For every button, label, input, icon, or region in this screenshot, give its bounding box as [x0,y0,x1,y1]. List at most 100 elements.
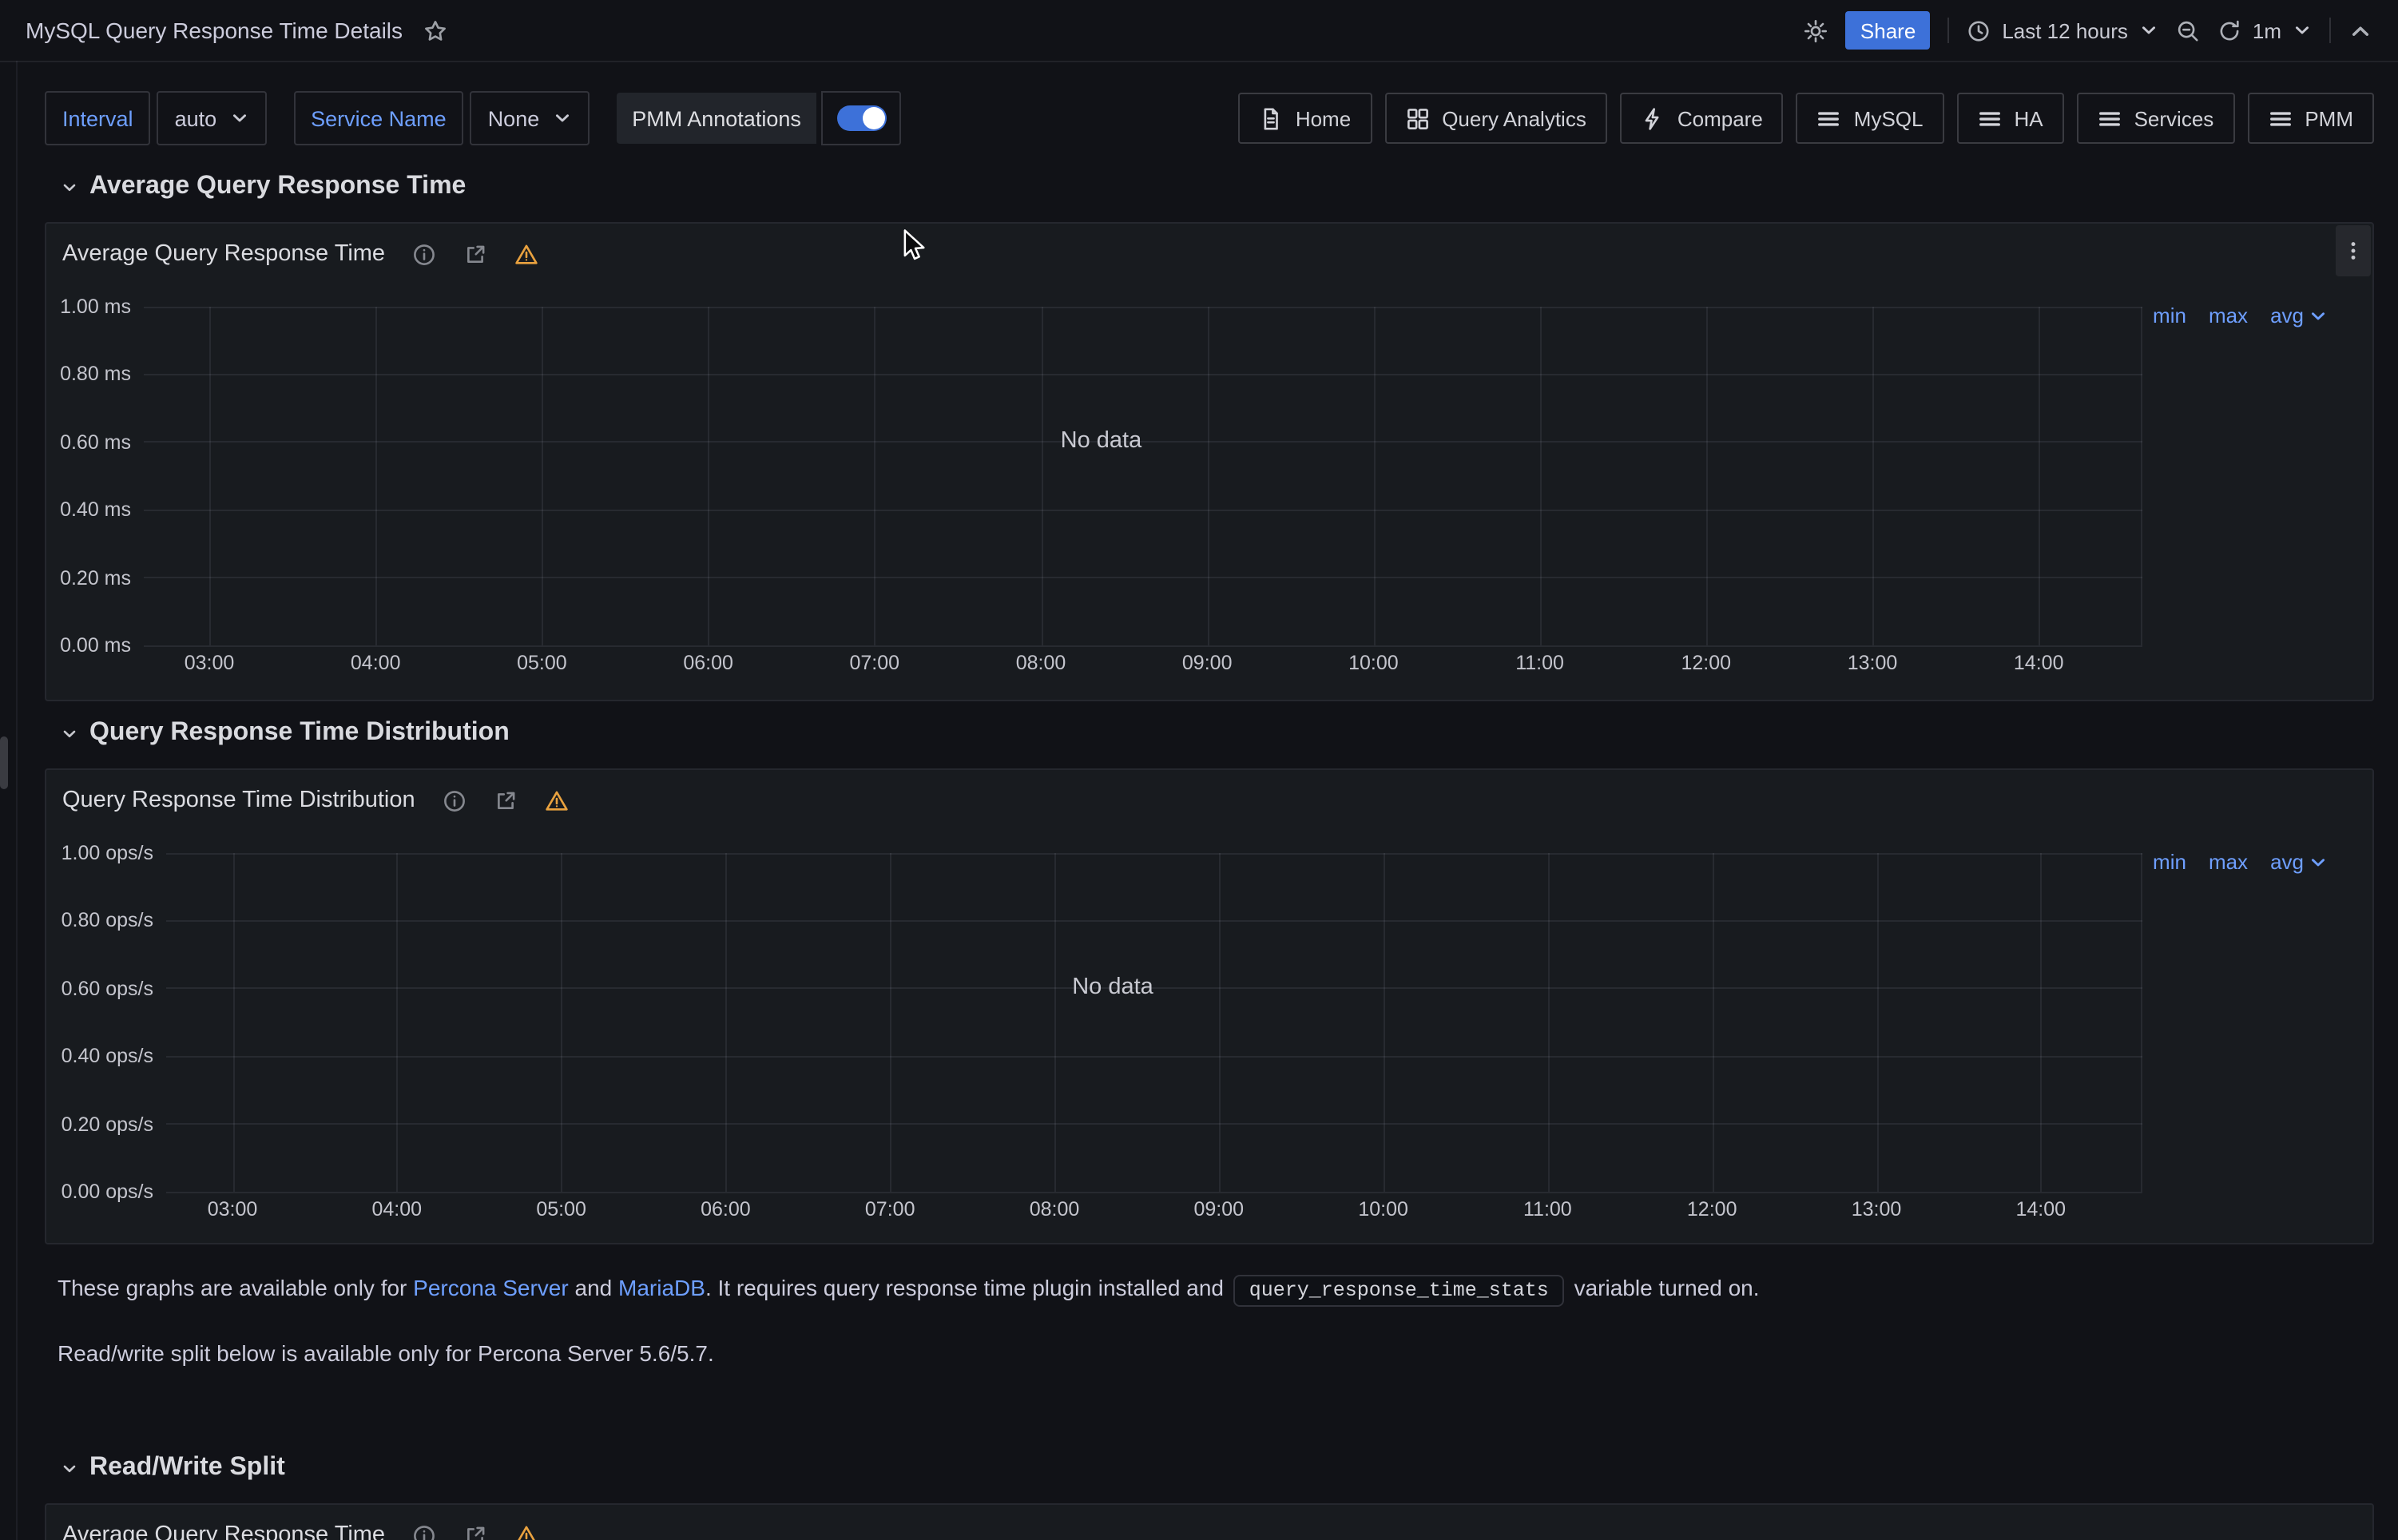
x-tick-label: 13:00 [1828,1198,1924,1220]
legend-max[interactable]: max [2209,304,2248,327]
section-header-query-response-time-distribution[interactable]: Query Response Time Distribution [61,719,2374,748]
section-header-read-write-split[interactable]: Read/Write Split [61,1454,2374,1482]
section-title: Average Query Response Time [89,173,466,201]
percona-server-link[interactable]: Percona Server [413,1275,569,1300]
y-tick-label: 0.00 ms [59,633,131,658]
zoom-out-icon[interactable] [2176,18,2200,42]
panel-title[interactable]: Query Response Time Distribution [62,788,415,813]
dashboard-controls: Interval auto Service Name None PMM Anno… [45,91,2374,145]
y-gridline [144,645,2142,646]
refresh-picker[interactable]: 1m [2217,18,2312,42]
nav-button-services[interactable]: Services [2077,93,2235,144]
x-tick-label: 03:00 [185,1198,280,1220]
x-gridline [1041,307,1042,645]
legend-label: avg [2270,850,2304,874]
legend-min[interactable]: min [2153,850,2186,874]
time-range-label: Last 12 hours [2002,18,2128,42]
x-tick-label: 09:00 [1171,1198,1267,1220]
pmm-annotations-label: PMM Annotations [616,93,817,144]
legend-label: min [2153,850,2186,874]
nav-button-compare[interactable]: Compare [1620,93,1784,144]
y-gridline [166,920,2142,922]
interval-select[interactable]: auto [157,91,267,145]
nav-button-query-analytics[interactable]: Query Analytics [1384,93,1607,144]
time-range-picker[interactable]: Last 12 hours [1967,18,2158,42]
kebab-icon [2342,240,2364,262]
info-icon[interactable] [412,242,436,266]
warning-icon[interactable] [514,1523,538,1540]
x-tick-label: 04:00 [328,652,423,674]
x-gridline [875,307,876,645]
panel-title[interactable]: Average Query Response Time [62,241,385,267]
x-gridline [1872,307,1874,645]
legend-max[interactable]: max [2209,850,2248,874]
y-gridline [144,442,2142,443]
warning-icon[interactable] [545,788,569,812]
service-name-label: Service Name [293,91,464,145]
refresh-icon [2217,18,2241,42]
plot-right-edge [2141,853,2142,1192]
nav-button-home[interactable]: Home [1238,93,1372,144]
chart-plot[interactable]: No data [144,307,2142,645]
note-text: and [569,1275,618,1300]
y-tick-label: 0.40 ops/s [59,1043,153,1069]
x-tick-label: 08:00 [993,652,1089,674]
warning-icon[interactable] [514,242,538,266]
y-gridline [144,306,2142,308]
x-gridline [1054,853,1056,1192]
chart-plot[interactable]: No data [166,853,2142,1192]
nav-button-label: MySQL [1854,106,1924,130]
section-header-average-query-response-time[interactable]: Average Query Response Time [61,173,2374,201]
y-tick-label: 1.00 ops/s [59,840,153,866]
toggle-switch-on [837,105,887,131]
gear-icon[interactable] [1804,18,1828,42]
nav-button-pmm[interactable]: PMM [2247,93,2374,144]
mariadb-link[interactable]: MariaDB [618,1275,705,1300]
x-tick-label: 05:00 [514,1198,609,1220]
info-icon[interactable] [412,1523,436,1540]
external-link-icon[interactable] [463,242,487,266]
info-icon[interactable] [443,788,466,812]
nav-button-ha[interactable]: HA [1956,93,2063,144]
chevron-down-icon [2139,21,2158,40]
nav-button-mysql[interactable]: MySQL [1797,93,1944,144]
bolt-icon [1641,106,1665,130]
panel-title[interactable]: Average Query Response Time [62,1522,385,1540]
chart-legend: minmaxavg [2153,304,2328,327]
share-button[interactable]: Share [1846,11,1930,50]
legend-avg[interactable]: avg [2270,850,2328,874]
plot-right-edge [2141,307,2142,645]
x-gridline [709,307,710,645]
y-tick-label: 0.20 ops/s [59,1111,153,1137]
chevron-down-icon [229,109,248,128]
pmm-annotations-toggle[interactable] [822,91,902,145]
panel-menu-button[interactable] [2336,225,2371,276]
x-gridline [2039,307,2040,645]
divider [1947,18,1949,43]
panel-read-write-split-avg: Average Query Response Time [45,1503,2374,1540]
divider [2329,18,2331,43]
y-tick-label: 0.60 ms [59,430,131,455]
service-name-select[interactable]: None [470,91,590,145]
interval-value: auto [175,106,217,130]
x-gridline [1547,853,1549,1192]
star-icon[interactable] [423,18,447,42]
external-link-icon[interactable] [463,1523,487,1540]
menu-icon [1977,106,2001,130]
legend-min[interactable]: min [2153,304,2186,327]
x-gridline [2041,853,2043,1192]
scrollbar-thumb[interactable] [0,736,8,789]
y-gridline [166,852,2142,854]
x-gridline [1540,307,1542,645]
menu-icon [2098,106,2122,130]
legend-avg[interactable]: avg [2270,304,2328,327]
section-title: Read/Write Split [89,1454,285,1482]
menu-icon [1817,106,1841,130]
external-link-icon[interactable] [494,788,518,812]
x-gridline [1706,307,1708,645]
collapse-topbar-icon[interactable] [2348,18,2372,42]
x-tick-label: 14:00 [1993,1198,2089,1220]
x-gridline [1373,307,1375,645]
y-tick-label: 0.40 ms [59,497,131,522]
x-tick-label: 09:00 [1159,652,1255,674]
